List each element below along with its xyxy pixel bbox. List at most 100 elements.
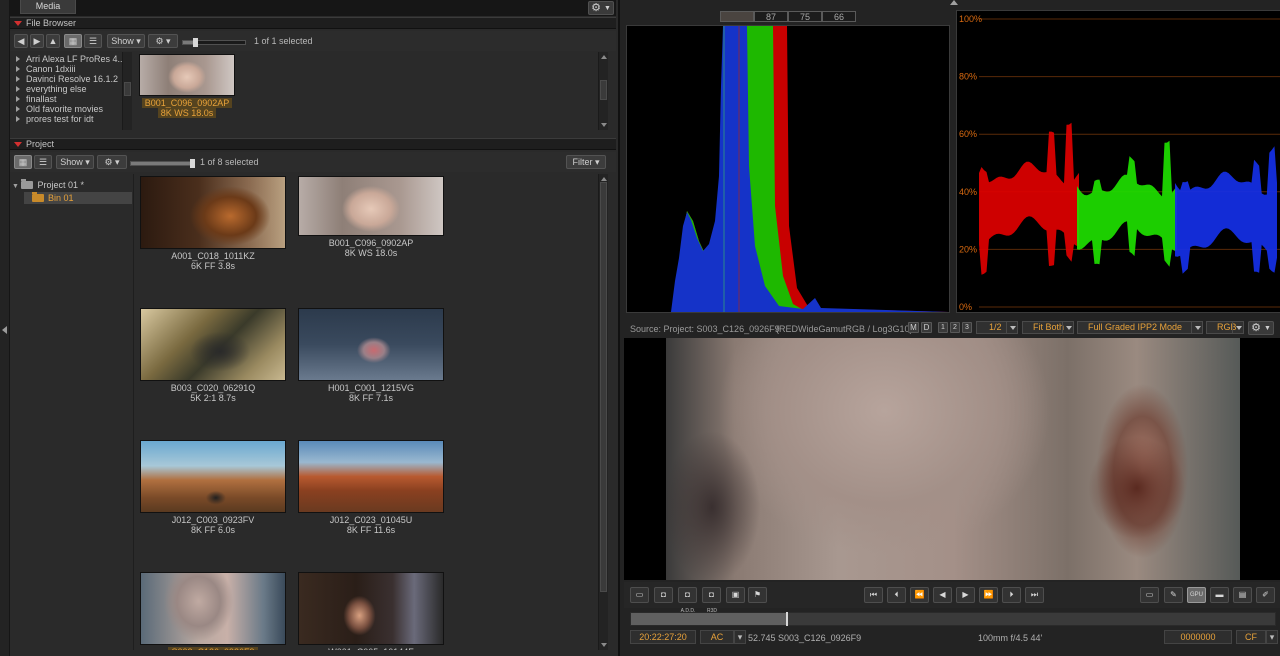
page-button-2[interactable]: 2 [950, 322, 960, 333]
filter-dropdown[interactable]: Filter ▾ [566, 155, 606, 169]
frame-counter-field[interactable]: 0000000 [1164, 630, 1232, 644]
grid-view-button[interactable]: ▦ [14, 155, 32, 169]
back-button[interactable]: ◀ [14, 34, 28, 48]
expand-arrow-icon[interactable] [16, 56, 20, 62]
grid-view-button[interactable]: ▦ [64, 34, 82, 48]
snapshot-add-button[interactable]: ◘ A.D.D. [678, 587, 697, 614]
ac-field[interactable]: AC [700, 630, 734, 644]
thumbnail-size-slider[interactable] [130, 159, 195, 168]
video-viewer[interactable] [624, 338, 1280, 580]
go-to-end-button[interactable]: ⏭ [1025, 587, 1044, 603]
scroll-down-icon[interactable] [601, 643, 607, 647]
scroll-thumb[interactable] [600, 80, 607, 100]
clip-preview[interactable] [140, 308, 286, 381]
clip-thumbnail[interactable]: H001_C001_1215VG 8K FF 7.1s [298, 308, 444, 403]
fit-dropdown[interactable]: Fit Both [1022, 321, 1074, 334]
expand-arrow-icon[interactable] [16, 66, 20, 72]
filmstrip-button[interactable]: ▤ [1233, 587, 1252, 603]
clip-preview[interactable] [139, 54, 235, 96]
media-tab[interactable]: Media [20, 0, 76, 14]
clip-thumbnail[interactable]: J012_C003_0923FV 8K FF 6.0s [140, 440, 286, 535]
file-browser-header[interactable]: File Browser [10, 17, 616, 29]
overlay-button[interactable]: ▭ [630, 587, 649, 603]
clip-preview[interactable] [140, 440, 286, 513]
media-settings-button[interactable]: ⚙ ▼ [588, 1, 614, 15]
clip-preview[interactable] [140, 572, 286, 645]
forward-button[interactable]: ▶ [30, 34, 44, 48]
clip-preview[interactable] [298, 572, 444, 645]
edit-overlay-button[interactable]: ✐ [1256, 587, 1275, 603]
scroll-down-icon[interactable] [601, 123, 607, 127]
up-button[interactable]: ▲ [46, 34, 60, 48]
timecode-field[interactable]: 20:22:27:20 [630, 630, 696, 644]
project-scrollbar[interactable] [598, 174, 608, 650]
collapse-up-icon[interactable] [950, 0, 958, 5]
playhead[interactable] [785, 612, 788, 626]
tree-folder-item[interactable]: Old favorite movies [10, 104, 122, 114]
expand-arrow-icon[interactable] [16, 96, 20, 102]
m-button[interactable]: M [908, 322, 919, 333]
scroll-up-icon[interactable] [601, 177, 607, 181]
collapse-triangle-icon[interactable] [14, 142, 22, 147]
project-node[interactable]: ▼ Project 01 * [12, 179, 84, 191]
scroll-up-icon[interactable] [601, 55, 607, 59]
page-button-3[interactable]: 3 [962, 322, 972, 333]
list-view-button[interactable]: ☰ [84, 34, 102, 48]
clip-thumbnail[interactable]: B001_C096_0902AP 8K WS 18.0s [298, 176, 444, 258]
collapse-triangle-icon[interactable] [14, 21, 22, 26]
clip-preview[interactable] [140, 176, 286, 249]
browser-settings-button[interactable]: ⚙ ▾ [148, 34, 178, 48]
tree-folder-item[interactable]: finallast [10, 94, 122, 104]
resolution-dropdown[interactable]: 1/2 [976, 321, 1018, 334]
viewer-settings-button[interactable]: ⚙ ▼ [1248, 321, 1274, 335]
clip-preview[interactable] [298, 440, 444, 513]
pin-button[interactable]: ✎ [1164, 587, 1183, 603]
tree-folder-item[interactable]: Davinci Resolve 16.1.2 [10, 74, 122, 84]
file-browser-scrollbar[interactable] [598, 52, 608, 130]
monitor-button[interactable]: ▭ [1140, 587, 1159, 603]
slider-knob[interactable] [189, 159, 195, 168]
page-button-1[interactable]: 1 [938, 322, 948, 333]
clip-thumbnail[interactable]: S003_C126_0926F96K WS 23.2s [140, 572, 286, 650]
project-settings-button[interactable]: ⚙ ▾ [97, 155, 127, 169]
rewind-button[interactable]: ⏪ [910, 587, 929, 603]
cf-dropdown[interactable]: ▾ [1266, 630, 1278, 644]
clip-thumbnail[interactable]: A001_C018_1011KZ 6K FF 3.8s [140, 176, 286, 271]
next-clip-button[interactable]: ⏵ [1002, 587, 1021, 603]
clip-thumbnail[interactable]: W001_C005_10144F [298, 572, 444, 650]
d-button[interactable]: D [921, 322, 932, 333]
channel-dropdown[interactable]: RGB [1206, 321, 1244, 334]
clip-thumbnail[interactable]: J012_C023_01045U 8K FF 11.6s [298, 440, 444, 535]
fast-forward-button[interactable]: ⏩ [979, 587, 998, 603]
mode-dropdown[interactable]: Full Graded IPP2 Mode [1077, 321, 1203, 334]
gpu-button[interactable]: GPU [1187, 587, 1206, 603]
tree-folder-item[interactable]: prores test for idt [10, 114, 122, 124]
expand-arrow-icon[interactable] [16, 106, 20, 112]
project-header[interactable]: Project [10, 138, 616, 150]
scroll-thumb[interactable] [124, 82, 131, 96]
play-button[interactable]: ▶ [956, 587, 975, 603]
expand-arrow-icon[interactable] [16, 116, 20, 122]
previous-clip-button[interactable]: ⏴ [887, 587, 906, 603]
thumbnail-size-slider[interactable] [182, 38, 246, 47]
clip-preview[interactable] [298, 308, 444, 381]
left-collapse-gutter[interactable] [0, 0, 10, 656]
bin-node[interactable]: Bin 01 [24, 192, 132, 204]
timeline-scrubber[interactable] [630, 612, 1276, 626]
slider-knob[interactable] [193, 38, 199, 47]
clip-thumbnail[interactable]: B003_C020_06291Q 5K 2:1 8.7s [140, 308, 286, 403]
cf-field[interactable]: CF [1236, 630, 1266, 644]
list-view-button[interactable]: ☰ [34, 155, 52, 169]
marker-flag-button[interactable]: ⚑ [748, 587, 767, 603]
ac-dropdown[interactable]: ▾ [734, 630, 746, 644]
show-dropdown[interactable]: Show ▾ [107, 34, 145, 48]
snapshot-button[interactable]: ◘ [654, 587, 673, 603]
tree-folder-item[interactable]: Arri Alexa LF ProRes 4... [10, 54, 122, 64]
step-back-button[interactable]: ◀ [933, 587, 952, 603]
expand-arrow-icon[interactable] [16, 86, 20, 92]
widescreen-button[interactable]: ▬ [1210, 587, 1229, 603]
tree-folder-item[interactable]: Canon 1dxiii [10, 64, 122, 74]
collapse-left-icon[interactable] [2, 326, 7, 334]
go-to-start-button[interactable]: ⏮ [864, 587, 883, 603]
scroll-thumb[interactable] [600, 182, 607, 592]
